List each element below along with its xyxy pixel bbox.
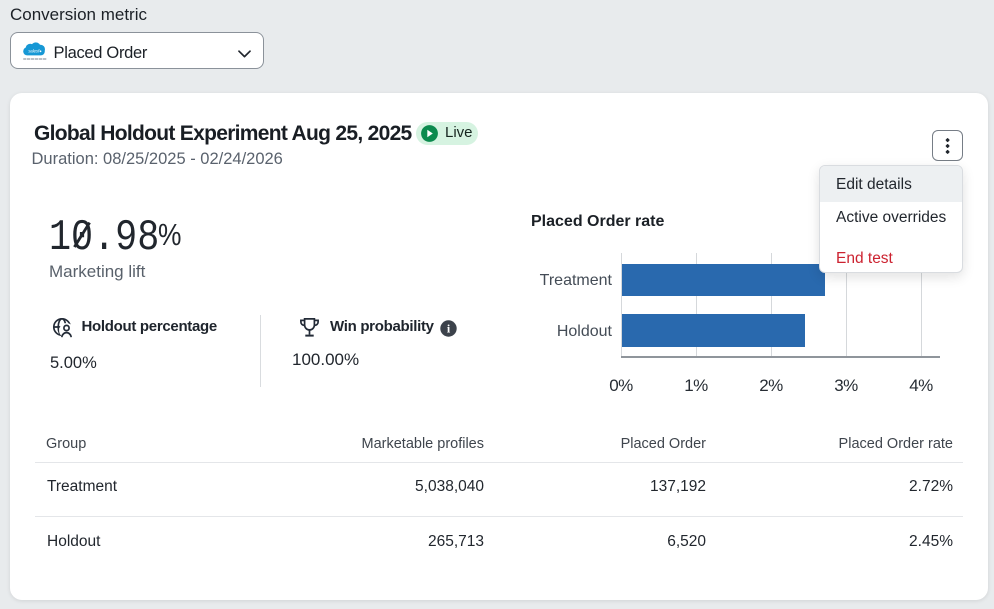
svg-text:salesf: salesf xyxy=(28,49,40,54)
